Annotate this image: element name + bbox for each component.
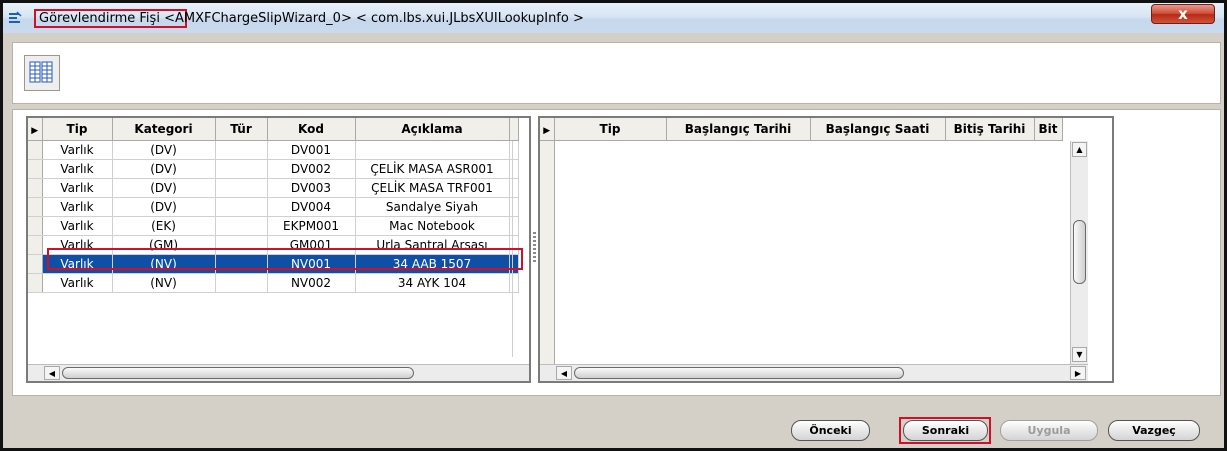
column-header-baslangic-saati[interactable]: Başlangıç Saati: [810, 118, 946, 141]
cell-tip[interactable]: Varlık: [42, 178, 113, 198]
window-title: Görevlendirme Fişi <AMXFChargeSlipWizard…: [39, 11, 584, 26]
window-title-main: Görevlendirme Fişi: [39, 11, 160, 26]
column-header-baslangic-tarihi[interactable]: Başlangıç Tarihi: [666, 118, 811, 141]
assignment-table: ▶ Tip Başlangıç Tarihi Başlangıç Saati B…: [540, 118, 1063, 141]
row-header-corner: ▶: [28, 118, 43, 141]
grid-view-icon[interactable]: [24, 55, 60, 91]
row-header-strip: [540, 141, 555, 364]
cell-filler: [509, 178, 519, 198]
scroll-right-icon[interactable]: ▶: [1070, 366, 1086, 380]
cell-kod[interactable]: DV001: [267, 140, 356, 160]
scroll-up-icon[interactable]: ▲: [1072, 142, 1087, 157]
app-logo-icon: [9, 11, 22, 23]
cell-kod[interactable]: EKPM001: [267, 216, 356, 236]
selected-row-highlight-box: [47, 248, 523, 270]
column-header-tur[interactable]: Tür: [215, 118, 268, 141]
assignment-grid: ▶ Tip Başlangıç Tarihi Başlangıç Saati B…: [538, 116, 1114, 383]
cell-kategori[interactable]: (DV): [112, 178, 216, 198]
column-header-tip[interactable]: Tip: [554, 118, 667, 141]
column-header-bit[interactable]: Bit: [1034, 118, 1063, 141]
cell-kategori[interactable]: (NV): [112, 273, 216, 293]
table-row[interactable]: Varlık (DV) DV002 ÇELİK MASA ASR001: [28, 159, 519, 179]
cell-tur[interactable]: [215, 197, 268, 217]
cell-tip[interactable]: Varlık: [42, 273, 113, 293]
cell-tip[interactable]: Varlık: [42, 197, 113, 217]
row-header-cell[interactable]: [28, 254, 43, 274]
cell-kategori[interactable]: (DV): [112, 159, 216, 179]
column-header-kategori[interactable]: Kategori: [112, 118, 216, 141]
cell-filler: [509, 140, 519, 160]
cell-kod[interactable]: NV002: [267, 273, 356, 293]
row-header-corner: ▶: [540, 118, 555, 141]
row-header-cell[interactable]: [28, 197, 43, 217]
assignment-grid-vertical-scrollbar[interactable]: ▲ ▼: [1070, 141, 1088, 364]
cell-aciklama[interactable]: ÇELİK MASA ASR001: [355, 159, 510, 179]
cell-kod[interactable]: DV002: [267, 159, 356, 179]
scroll-left-icon[interactable]: ◀: [44, 366, 60, 380]
table-row[interactable]: Varlık (DV) DV001: [28, 140, 519, 160]
close-button[interactable]: x: [1151, 4, 1215, 24]
row-header-cell[interactable]: [28, 235, 43, 255]
table-row[interactable]: Varlık (NV) NV002 34 AYK 104: [28, 273, 519, 293]
column-header-kod[interactable]: Kod: [267, 118, 356, 141]
column-header-aciklama[interactable]: Açıklama: [355, 118, 510, 141]
cell-tur[interactable]: [215, 216, 268, 236]
cell-aciklama[interactable]: Mac Notebook: [355, 216, 510, 236]
row-header-cell[interactable]: [28, 159, 43, 179]
table-row[interactable]: Varlık (DV) DV003 ÇELİK MASA TRF001: [28, 178, 519, 198]
cell-kategori[interactable]: (DV): [112, 140, 216, 160]
cell-aciklama[interactable]: 34 AYK 104: [355, 273, 510, 293]
cancel-button[interactable]: Vazgeç: [1108, 420, 1200, 441]
apply-button[interactable]: Uygula: [1000, 420, 1098, 441]
cell-tur[interactable]: [215, 273, 268, 293]
previous-button[interactable]: Önceki: [791, 420, 870, 441]
asset-table-header: ▶ Tip Kategori Tür Kod Açıklama: [28, 118, 519, 141]
toolbar: [12, 42, 1221, 104]
row-header-cell[interactable]: [28, 216, 43, 236]
cell-aciklama[interactable]: ÇELİK MASA TRF001: [355, 178, 510, 198]
row-header-cell[interactable]: [28, 273, 43, 293]
assignment-grid-horizontal-scrollbar[interactable]: ◀ ▶: [540, 364, 1088, 381]
cell-tip[interactable]: Varlık: [42, 159, 113, 179]
cell-filler: [509, 197, 519, 217]
row-header-cell[interactable]: [28, 140, 43, 160]
scroll-down-icon[interactable]: ▼: [1072, 347, 1087, 362]
cell-tip[interactable]: Varlık: [42, 140, 113, 160]
scroll-left-icon[interactable]: ◀: [556, 366, 572, 380]
scroll-thumb[interactable]: [62, 367, 414, 379]
scroll-thumb[interactable]: [574, 367, 904, 379]
splitter-handle[interactable]: [533, 232, 536, 262]
cell-aciklama[interactable]: Sandalye Siyah: [355, 197, 510, 217]
table-row[interactable]: Varlık (DV) DV004 Sandalye Siyah: [28, 197, 519, 217]
column-header-tip[interactable]: Tip: [42, 118, 113, 141]
cell-kod[interactable]: DV003: [267, 178, 356, 198]
cell-filler: [509, 273, 519, 293]
close-icon: x: [1178, 5, 1188, 23]
cell-tur[interactable]: [215, 140, 268, 160]
scroll-thumb[interactable]: [1073, 220, 1086, 284]
cell-tip[interactable]: Varlık: [42, 216, 113, 236]
cell-tur[interactable]: [215, 178, 268, 198]
table-row[interactable]: Varlık (EK) EKPM001 Mac Notebook: [28, 216, 519, 236]
assignment-table-header: ▶ Tip Başlangıç Tarihi Başlangıç Saati B…: [540, 118, 1063, 141]
cell-kategori[interactable]: (EK): [112, 216, 216, 236]
row-header-cell[interactable]: [28, 178, 43, 198]
cell-aciklama[interactable]: [355, 140, 510, 160]
column-header-bitis-tarihi[interactable]: Bitiş Tarihi: [945, 118, 1035, 141]
window-title-rest: <AMXFChargeSlipWizard_0> < com.lbs.xui.J…: [159, 11, 584, 26]
cell-kod[interactable]: DV004: [267, 197, 356, 217]
cell-tur[interactable]: [215, 159, 268, 179]
next-button-highlight-box: [899, 417, 991, 444]
asset-grid-horizontal-scrollbar[interactable]: ◀: [28, 364, 529, 381]
column-header-filler: [509, 118, 519, 141]
cell-filler: [509, 159, 519, 179]
cell-kategori[interactable]: (DV): [112, 197, 216, 217]
title-bar[interactable]: Görevlendirme Fişi <AMXFChargeSlipWizard…: [3, 3, 1224, 33]
cell-filler: [509, 216, 519, 236]
